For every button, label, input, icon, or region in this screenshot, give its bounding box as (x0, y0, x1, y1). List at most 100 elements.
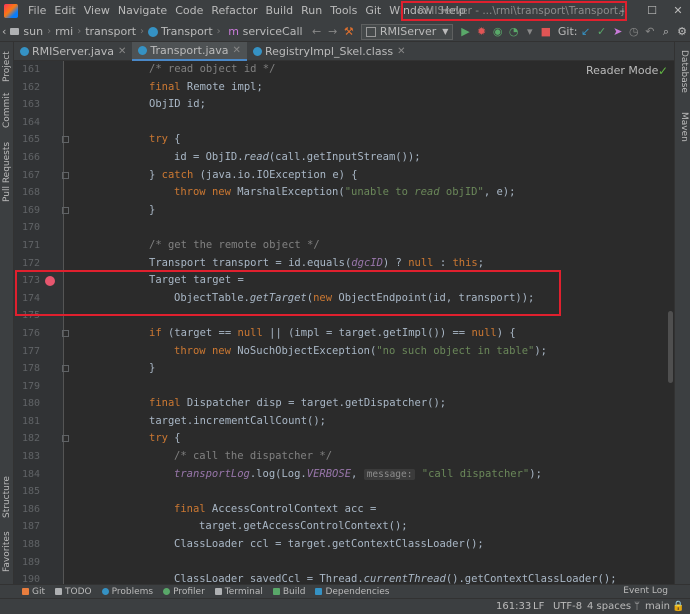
line-number: 187 (21, 521, 40, 533)
caret-position[interactable]: 161:33 (496, 601, 531, 612)
code-text: if (target == null || (impl = target.get… (149, 326, 516, 339)
problems-tool-button[interactable]: Problems (101, 587, 153, 597)
chevron-right-icon: › (47, 26, 52, 37)
menu-navigate[interactable]: Navigate (114, 0, 171, 22)
code-text: throw new MarshalException("unable to re… (174, 186, 516, 199)
git-label: Git: (557, 25, 578, 38)
code-line: 180 final Dispatcher disp = target.getDis… (14, 395, 674, 413)
database-tool-button[interactable]: Database (679, 50, 689, 93)
pull-requests-tool-button[interactable]: Pull Requests (2, 142, 12, 202)
code-line: 177 throw new NoSuchObjectException("no s… (14, 343, 674, 361)
reader-mode-toggle[interactable]: Reader Mode (586, 64, 658, 77)
todo-tool-button[interactable]: TODO (55, 587, 92, 597)
run-configuration-select[interactable]: RMIServer ▼ (360, 23, 454, 40)
intellij-logo-icon (4, 4, 18, 18)
maximize-icon[interactable]: ☐ (642, 0, 662, 22)
menu-refactor[interactable]: Refactor (207, 0, 261, 22)
close-tab-icon[interactable]: ✕ (118, 46, 126, 57)
close-tab-icon[interactable]: ✕ (397, 46, 405, 57)
fold-marker-icon[interactable] (62, 171, 69, 179)
line-separator[interactable]: LF (533, 601, 544, 612)
build-tool-button[interactable]: Build (272, 587, 305, 597)
menu-tools[interactable]: Tools (326, 0, 361, 22)
fold-marker-icon[interactable] (62, 206, 69, 214)
minimize-icon[interactable]: – (612, 0, 632, 22)
code-line: 185 (14, 483, 674, 501)
code-line: 190 ClassLoader savedCcl = Thread.current… (14, 571, 674, 584)
breadcrumb-transport[interactable]: transport (85, 25, 136, 38)
git-tool-button[interactable]: Git (22, 587, 45, 597)
window-title: RMIServer - ...\rmi\transport\Transport.… (401, 1, 627, 21)
profile-icon[interactable]: ◔ (508, 25, 520, 38)
code-line: 161 /* read object id */ (14, 61, 674, 79)
maven-tool-button[interactable]: Maven (679, 112, 689, 142)
tab-label: Transport.java (150, 44, 229, 57)
breadcrumb-transport-class[interactable]: Transport (161, 25, 213, 38)
git-branch[interactable]: main (645, 601, 670, 612)
line-number: 169 (21, 204, 40, 216)
line-number: 182 (21, 433, 40, 445)
menu-view[interactable]: View (80, 0, 114, 22)
run-icon[interactable]: ▶ (459, 25, 471, 38)
tab-transport[interactable]: Transport.java ✕ (132, 42, 247, 61)
project-tool-button[interactable]: Project (2, 51, 12, 82)
dependencies-tool-button[interactable]: Dependencies (315, 587, 390, 597)
line-number: 180 (21, 398, 40, 410)
code-text: try { (149, 432, 181, 445)
fold-marker-icon[interactable] (62, 136, 69, 144)
git-update-icon[interactable]: ↙ (580, 25, 592, 38)
lock-icon[interactable]: 🔒 (672, 601, 684, 612)
git-branch-icon: ᛘ (634, 601, 640, 612)
close-tab-icon[interactable]: ✕ (233, 45, 241, 56)
menu-run[interactable]: Run (297, 0, 326, 22)
breadcrumb-servicecall[interactable]: serviceCall (243, 25, 303, 38)
code-text: final AccessControlContext acc = (174, 502, 377, 515)
code-line: 163 ObjID id; (14, 96, 674, 114)
stop-icon[interactable]: ■ (540, 25, 552, 38)
menu-build[interactable]: Build (262, 0, 298, 22)
code-text: } (149, 203, 156, 216)
tab-registryimpl-skel[interactable]: RegistryImpl_Skel.class ✕ (247, 42, 412, 61)
menu-file[interactable]: File (24, 0, 50, 22)
search-everywhere-icon[interactable]: ⌕ (660, 25, 672, 39)
git-rollback-icon[interactable]: ↶ (644, 25, 656, 38)
line-number: 177 (21, 345, 40, 357)
coverage-icon[interactable]: ◉ (492, 25, 504, 38)
build-hammer-icon[interactable]: ⚒ (343, 25, 355, 38)
tab-rmiserver[interactable]: RMIServer.java ✕ (14, 42, 132, 61)
forward-icon[interactable]: → (327, 25, 339, 38)
commit-tool-button[interactable]: Commit (2, 93, 12, 128)
chevron-right-icon: › (216, 26, 221, 37)
menu-edit[interactable]: Edit (50, 0, 79, 22)
favorites-tool-button[interactable]: Favorites (2, 531, 12, 572)
close-window-icon[interactable]: ✕ (668, 0, 688, 22)
git-history-icon[interactable]: ◷ (628, 25, 640, 38)
event-log-button[interactable]: Event Log (623, 586, 668, 596)
fold-marker-icon[interactable] (62, 435, 69, 443)
line-number: 167 (21, 169, 40, 181)
breadcrumb-rmi[interactable]: rmi (55, 25, 73, 38)
code-editor[interactable]: 161 /* read object id */ 162 final Remote … (14, 61, 674, 584)
menu-code[interactable]: Code (171, 0, 207, 22)
terminal-tool-button[interactable]: Terminal (214, 587, 263, 597)
file-encoding[interactable]: UTF-8 (553, 601, 582, 612)
indent-setting[interactable]: 4 spaces (587, 601, 631, 612)
class-icon (252, 47, 262, 56)
fold-marker-icon[interactable] (62, 365, 69, 373)
git-commit-icon[interactable]: ✓ (596, 25, 608, 38)
debug-icon[interactable]: ✹ (476, 25, 488, 38)
code-text: ClassLoader savedCcl = Thread.currentThr… (174, 573, 617, 584)
line-number: 166 (21, 151, 40, 163)
back-icon[interactable]: ← (311, 25, 323, 38)
menu-bar: File Edit View Navigate Code Refactor Bu… (0, 0, 690, 22)
menu-git[interactable]: Git (361, 0, 385, 22)
fold-marker-icon[interactable] (62, 329, 69, 337)
vertical-scrollbar[interactable] (668, 311, 673, 383)
profiler-tool-button[interactable]: Profiler (163, 587, 205, 597)
git-push-icon[interactable]: ➤ (612, 25, 624, 38)
breadcrumb-sun[interactable]: sun (23, 25, 43, 38)
inspection-ok-check-icon[interactable]: ✓ (658, 64, 668, 78)
more-run-icon[interactable]: ▾ (524, 25, 536, 38)
structure-tool-button[interactable]: Structure (2, 476, 12, 518)
settings-gear-icon[interactable]: ⚙ (676, 25, 688, 38)
